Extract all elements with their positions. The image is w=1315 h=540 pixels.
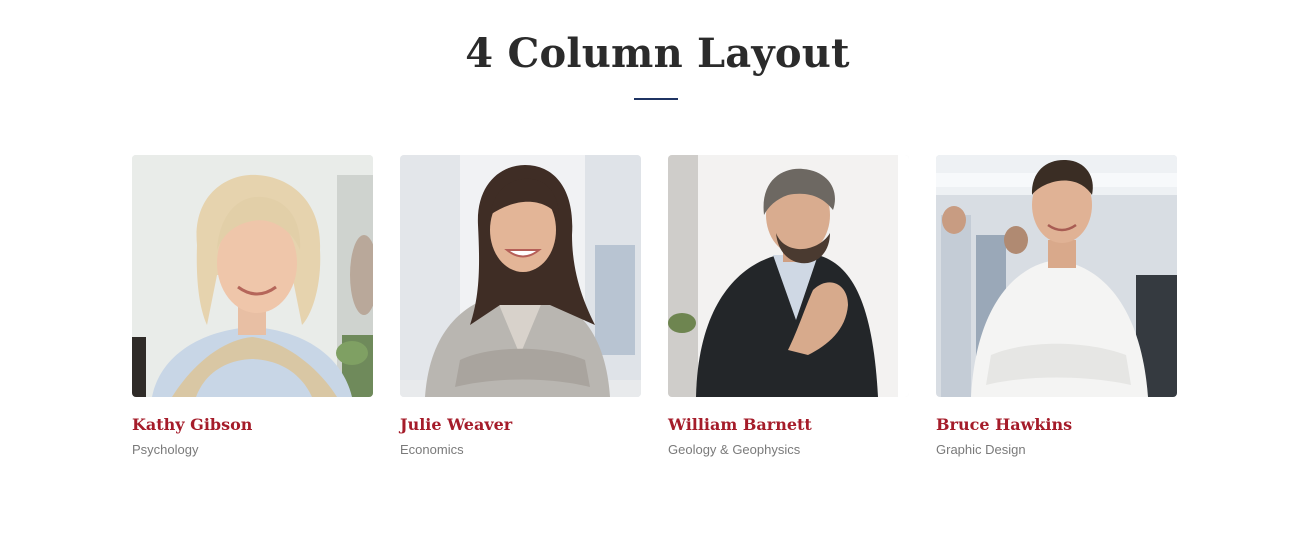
member-photo[interactable] [668, 155, 909, 397]
member-photo[interactable] [132, 155, 373, 397]
portrait-photo-icon [936, 155, 1177, 397]
member-department: Geology & Geophysics [668, 442, 801, 457]
team-grid: Kathy Gibson Psychology Julie Weaver Eco… [132, 155, 1180, 459]
team-member-card: William Barnett Geology & Geophysics [668, 155, 909, 459]
portrait-photo-icon [400, 155, 641, 397]
title-divider [634, 98, 678, 100]
member-name[interactable]: Kathy Gibson [132, 414, 373, 436]
member-photo[interactable] [936, 155, 1177, 397]
member-name[interactable]: Bruce Hawkins [936, 414, 1177, 436]
portrait-photo-icon [132, 155, 373, 397]
member-name[interactable]: William Barnett [668, 414, 909, 436]
member-photo[interactable] [400, 155, 641, 397]
member-department: Psychology [132, 442, 199, 457]
team-member-card: Kathy Gibson Psychology [132, 155, 373, 459]
page: 4 Column Layout Kathy Gibson Psychology … [0, 0, 1315, 540]
section-title: 4 Column Layout [465, 30, 850, 77]
portrait-photo-icon [668, 155, 909, 397]
team-member-card: Bruce Hawkins Graphic Design [936, 155, 1177, 459]
member-name[interactable]: Julie Weaver [400, 414, 641, 436]
member-department: Graphic Design [936, 442, 1026, 457]
member-department: Economics [400, 442, 464, 457]
team-member-card: Julie Weaver Economics [400, 155, 641, 459]
